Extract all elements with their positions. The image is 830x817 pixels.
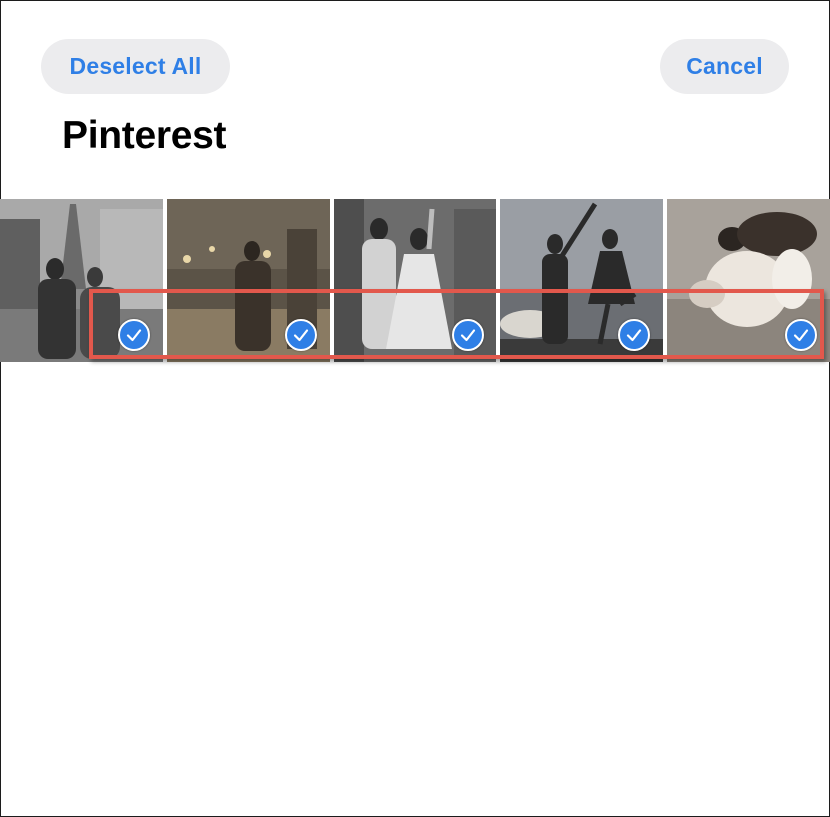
photo-thumbnail-2[interactable] xyxy=(167,199,330,362)
photo-thumbnail-1[interactable] xyxy=(0,199,163,362)
selected-check-icon[interactable] xyxy=(785,319,817,351)
photo-thumbnail-3[interactable] xyxy=(334,199,496,362)
selected-check-icon[interactable] xyxy=(118,319,150,351)
selected-check-icon[interactable] xyxy=(452,319,484,351)
photo-thumbnail-4[interactable] xyxy=(500,199,663,362)
cancel-button[interactable]: Cancel xyxy=(660,39,789,94)
album-title: Pinterest xyxy=(62,114,227,157)
photo-thumbnail-5[interactable] xyxy=(667,199,830,362)
selected-check-icon[interactable] xyxy=(285,319,317,351)
selected-check-icon[interactable] xyxy=(618,319,650,351)
deselect-all-button[interactable]: Deselect All xyxy=(41,39,230,94)
photo-strip xyxy=(0,199,830,362)
